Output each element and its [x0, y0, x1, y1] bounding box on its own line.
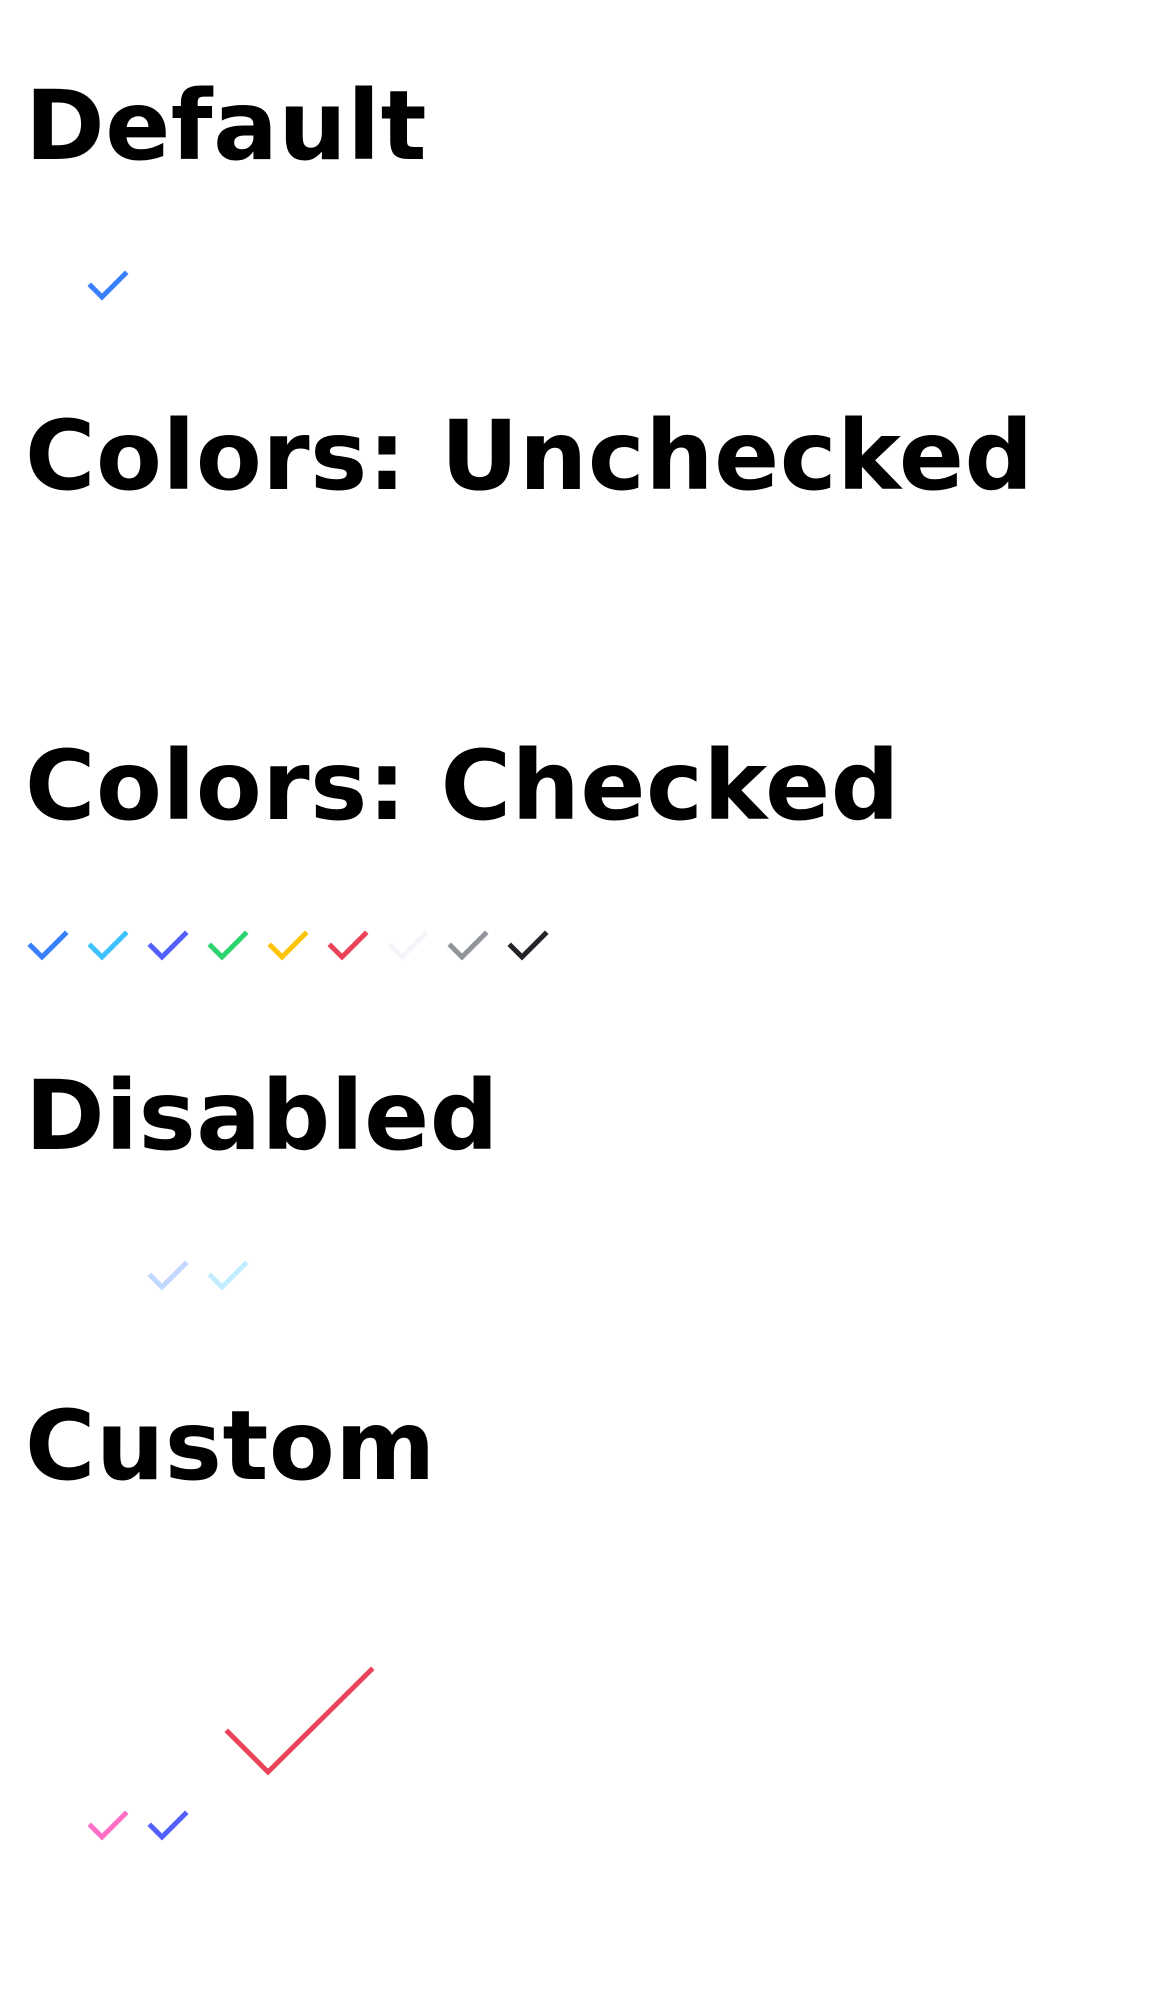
checkbox-custom-large-danger[interactable]: [224, 1666, 375, 1796]
checkbox-checked-danger[interactable]: [327, 928, 369, 964]
checkmark-icon: [447, 930, 489, 961]
checkbox-unchecked-medium[interactable]: [448, 598, 484, 634]
checkmark-icon: [507, 930, 549, 961]
section-title-colors-checked: Colors: Checked: [25, 730, 900, 842]
checkbox-unchecked-success[interactable]: [208, 598, 244, 634]
checkmark-icon: [147, 930, 189, 961]
checkmark-icon: [207, 930, 249, 961]
section-title-custom: Custom: [25, 1390, 436, 1502]
section-title-disabled: Disabled: [25, 1060, 499, 1172]
checkmark-icon: [147, 1260, 189, 1291]
checkbox-disabled-primary: [147, 1258, 189, 1294]
checkbox-checked-dark[interactable]: [507, 928, 549, 964]
checkbox-disabled-secondary: [207, 1258, 249, 1294]
checkbox-checked-warning[interactable]: [267, 928, 309, 964]
checkbox-custom-pink[interactable]: [87, 1808, 129, 1844]
checkmark-icon: [327, 930, 369, 961]
checkmark-icon: [207, 1260, 249, 1291]
checkmark-icon: [87, 1810, 129, 1841]
section-title-colors-unchecked: Colors: Unchecked: [25, 400, 1034, 512]
checkmark-icon: [267, 930, 309, 961]
section-title-default: Default: [25, 70, 427, 182]
checkmark-icon: [147, 1810, 189, 1841]
checkbox-unchecked-dark[interactable]: [508, 598, 544, 634]
checkbox-unchecked-primary[interactable]: [28, 598, 64, 634]
checkbox-checked-secondary[interactable]: [87, 928, 129, 964]
checkmark-icon: [387, 930, 429, 961]
checkmark-icon: [87, 270, 129, 301]
checkbox-unchecked-tertiary[interactable]: [148, 598, 184, 634]
checkmark-icon: [87, 930, 129, 961]
checkbox-unchecked-light[interactable]: [388, 598, 424, 634]
checkbox-checked-success[interactable]: [207, 928, 249, 964]
checkbox-unchecked-warning[interactable]: [268, 598, 304, 634]
checkmark-icon: [27, 930, 69, 961]
checkbox-checked-light[interactable]: [387, 928, 429, 964]
checkbox-default[interactable]: [87, 268, 129, 304]
checkbox-checked-primary[interactable]: [27, 928, 69, 964]
checkbox-unchecked-secondary[interactable]: [88, 598, 124, 634]
checkbox-unchecked-danger[interactable]: [328, 598, 364, 634]
checkbox-custom-tertiary[interactable]: [147, 1808, 189, 1844]
checkmark-icon: [224, 1666, 375, 1776]
checkbox-checked-medium[interactable]: [447, 928, 489, 964]
checkbox-checked-tertiary[interactable]: [147, 928, 189, 964]
